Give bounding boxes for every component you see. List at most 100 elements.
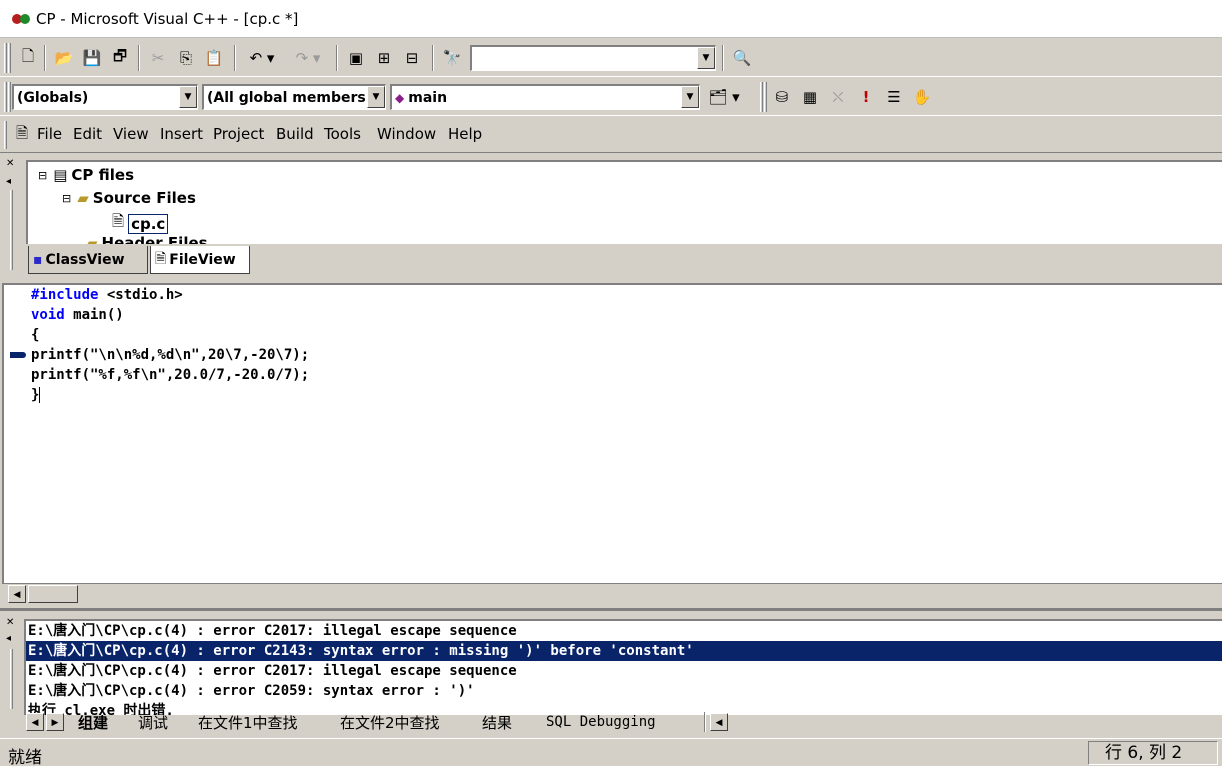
separator [234,45,236,71]
tab-results[interactable]: 结果 [482,711,512,733]
close-icon[interactable]: ✕ [6,158,14,169]
code-editor[interactable]: #include <stdio.h> void main() { printf(… [2,283,1222,583]
scroll-thumb[interactable] [28,585,78,603]
members-combo-value: main [408,89,448,106]
output-line[interactable]: E:\唐入门\CP\cp.c(4) : error C2017: illegal… [26,621,1222,641]
toolbar-grip[interactable] [8,43,11,73]
menu-bar: 🗎 File Edit View Insert Project Build To… [0,117,1222,153]
output-line-selected[interactable]: E:\唐入门\CP\cp.c(4) : error C2143: syntax … [26,641,1222,661]
tree-node-file[interactable]: 🗎 cp.c [112,211,169,236]
redo-icon[interactable]: ↷ ▾ [288,46,328,70]
tab-scroll-left-icon[interactable]: ◀ [26,713,44,731]
search-icon[interactable]: 🔍 [730,46,754,70]
toolbar-grip[interactable] [8,82,11,112]
menu-help[interactable]: Help [448,125,482,143]
collapse-icon[interactable]: ◂ [6,176,11,187]
menu-build[interactable]: Build [276,125,314,143]
go-icon[interactable]: ✋ [910,85,934,109]
tree-node-folder[interactable]: ⊟ ▰ Source Files [62,189,196,207]
new-text-file-icon[interactable]: 🗋 [16,46,40,70]
collapse-icon[interactable]: ⊟ [62,192,71,205]
output-tabs: ◀ ▶ 组建 调试 在文件1中查找 在文件2中查找 结果 SQL Debuggi… [24,711,784,735]
output-text[interactable]: E:\唐入门\CP\cp.c(4) : error C2017: illegal… [24,619,1222,715]
menu-file[interactable]: File [37,125,62,143]
open-icon[interactable]: 📂 [52,46,76,70]
toolbar-grip[interactable] [4,82,7,112]
tab-fileview[interactable]: 🗎 FileView [150,246,250,274]
toolbar-grip[interactable] [760,82,763,112]
tab-classview-label: ClassView [45,251,125,268]
close-icon[interactable]: ✕ [6,617,14,628]
tab-find-in-files-2[interactable]: 在文件2中查找 [340,711,440,733]
collapse-icon[interactable]: ⊟ [38,169,47,182]
menu-view[interactable]: View [113,125,149,143]
collapse-icon[interactable]: ◂ [6,633,11,644]
save-all-icon[interactable]: 🗗 [108,46,132,70]
menu-window[interactable]: Window [377,125,436,143]
filter-combo[interactable]: (All global members ▼ [202,84,386,110]
save-icon[interactable]: 💾 [80,46,104,70]
chevron-down-icon[interactable]: ▼ [367,86,385,108]
workspace-pane: ✕ ◂ ⊟ ▤ CP files ⊟ ▰ Source Files 🗎 cp.c… [0,154,1222,280]
toolbar-grip[interactable] [4,43,7,73]
tab-classview[interactable]: ▪ ClassView [28,246,148,274]
classview-icon: ▪ [33,251,43,268]
window-list-icon[interactable]: ⊟ [400,46,424,70]
fileview-icon: 🗎 [155,250,167,267]
keyword: void [31,307,65,323]
file-tree: ⊟ ▤ CP files ⊟ ▰ Source Files 🗎 cp.c ▰ H… [26,160,1222,244]
workspace-icon[interactable]: ▣ [344,46,368,70]
scroll-left-icon[interactable]: ◀ [710,713,728,731]
chevron-down-icon[interactable]: ▼ [179,86,197,108]
stop-build-icon[interactable]: ⛌ [826,85,850,109]
cut-icon[interactable]: ✂ [146,46,170,70]
tab-sql-debugging[interactable]: SQL Debugging [546,711,656,733]
wizard-action-icon[interactable]: 🗂 ▾ [702,85,746,109]
project-icon: ▤ [53,166,68,184]
members-combo[interactable]: ◆ main ▼ [390,84,700,110]
tab-scroll-right-icon[interactable]: ▶ [46,713,64,731]
execute-icon[interactable]: ! [854,85,878,109]
find-combo[interactable]: ▼ [470,45,716,71]
compile-icon[interactable]: ⛁ [770,85,794,109]
pane-grip[interactable] [10,649,13,709]
menu-project[interactable]: Project [213,125,264,143]
document-icon[interactable]: 🗎 [10,123,34,147]
member-icon: ◆ [395,90,405,105]
scroll-left-icon[interactable]: ◀ [8,585,26,603]
chevron-down-icon[interactable]: ▼ [681,86,699,108]
separator [138,45,140,71]
separator [432,45,434,71]
text-cursor [39,387,41,403]
tab-build[interactable]: 组建 [78,711,108,733]
folder-icon: ▰ [77,189,89,207]
output-line[interactable]: E:\唐入门\CP\cp.c(4) : error C2059: syntax … [26,681,1222,701]
toolbar-grip[interactable] [764,82,767,112]
copy-icon[interactable]: ⎘ [174,46,198,70]
output-icon[interactable]: ⊞ [372,46,396,70]
menu-insert[interactable]: Insert [160,125,203,143]
tab-find-in-files-1[interactable]: 在文件1中查找 [198,711,298,733]
tab-debug[interactable]: 调试 [138,711,168,733]
class-combo[interactable]: (Globals) ▼ [12,84,198,110]
paste-icon[interactable]: 📋 [202,46,226,70]
separator [704,712,706,732]
find-in-files-icon[interactable]: 🔭 [440,46,464,70]
standard-toolbar: 🗋 📂 💾 🗗 ✂ ⎘ 📋 ↶ ▾ ↷ ▾ ▣ ⊞ ⊟ 🔭 ▼ 🔍 [0,39,1222,77]
toolbar-grip[interactable] [4,121,7,149]
tree-node-partial[interactable]: ▰ Header Files [86,234,208,244]
menu-edit[interactable]: Edit [73,125,102,143]
code-line-2: void main() [31,305,124,325]
output-line[interactable]: E:\唐入门\CP\cp.c(4) : error C2017: illegal… [26,661,1222,681]
menu-tools[interactable]: Tools [324,125,361,143]
build-icon[interactable]: ▦ [798,85,822,109]
undo-icon[interactable]: ↶ ▾ [242,46,282,70]
editor-gutter[interactable] [4,285,28,583]
insert-breakpoint-icon[interactable]: ☰ [882,85,906,109]
chevron-down-icon[interactable]: ▼ [697,47,715,69]
code-text: { [31,327,40,343]
editor-horizontal-scrollbar[interactable]: ◀ [2,583,1222,605]
pane-grip[interactable] [10,190,13,270]
tree-node-root[interactable]: ⊟ ▤ CP files [38,166,134,184]
separator [336,45,338,71]
